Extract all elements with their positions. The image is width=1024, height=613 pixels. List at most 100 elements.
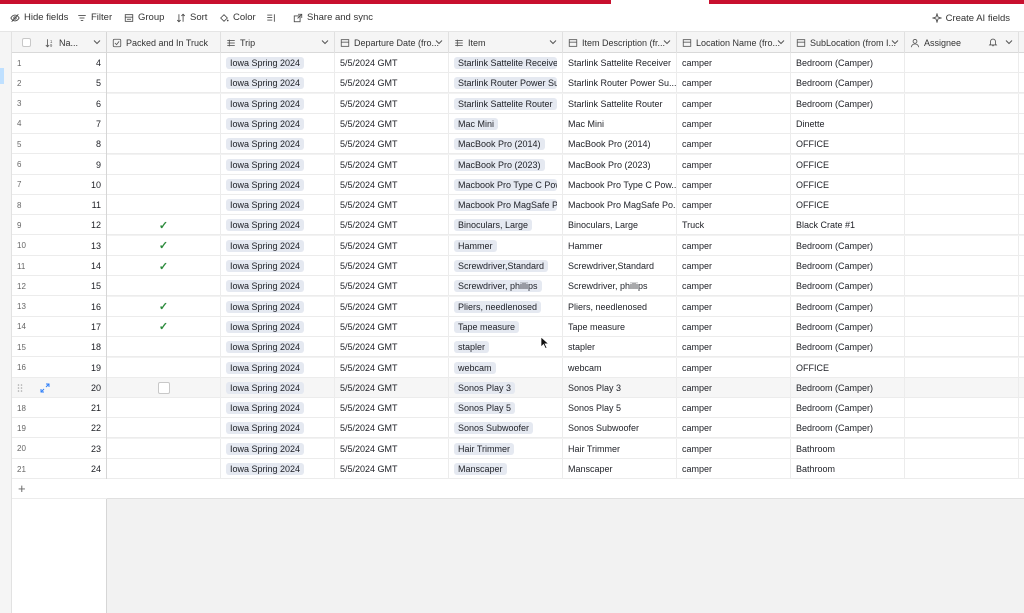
location-name-cell[interactable]: camper — [677, 398, 791, 419]
table-row[interactable]: 9 12 ✓ Iowa Spring 2024 5/5/2024 GMT Binocula… — [12, 215, 1024, 236]
departure-date-cell[interactable]: 5/5/2024 GMT — [335, 195, 449, 216]
location-name-cell[interactable]: camper — [677, 113, 791, 134]
departure-date-cell[interactable]: 5/5/2024 GMT — [335, 438, 449, 459]
location-name-cell[interactable]: camper — [677, 316, 791, 337]
sublocation-cell[interactable]: Bathroom — [791, 438, 905, 459]
assignee-cell[interactable] — [905, 195, 1019, 216]
name-cell[interactable]: 9 — [40, 154, 107, 175]
item-cell[interactable]: Hammer — [449, 235, 563, 256]
sublocation-cell[interactable]: OFFICE — [791, 134, 905, 155]
trip-cell[interactable]: Iowa Spring 2024 — [221, 53, 335, 73]
assignee-cell[interactable] — [905, 276, 1019, 297]
trip-cell[interactable]: Iowa Spring 2024 — [221, 418, 335, 439]
assignee-cell[interactable] — [905, 256, 1019, 276]
location-name-cell[interactable]: camper — [677, 276, 791, 297]
packed-cell[interactable] — [107, 113, 221, 134]
name-cell[interactable]: 12 — [40, 215, 107, 236]
table-row[interactable]: 4 7 Iowa Spring 2024 5/5/2024 GMT Mac Mini Ma… — [12, 113, 1024, 134]
item-description-cell[interactable]: Macbook Pro MagSafe Po... — [563, 195, 677, 216]
name-cell[interactable]: 21 — [40, 398, 107, 419]
item-description-cell[interactable]: Tape measure — [563, 316, 677, 337]
assignee-cell[interactable] — [905, 316, 1019, 337]
sublocation-cell[interactable]: Bedroom (Camper) — [791, 256, 905, 276]
color-button[interactable]: Color — [215, 8, 260, 28]
table-row[interactable]: 6 9 Iowa Spring 2024 5/5/2024 GMT MacBook Pr… — [12, 154, 1024, 175]
packed-checkbox[interactable] — [157, 381, 170, 394]
table-row[interactable]: 19 22 Iowa Spring 2024 5/5/2024 GMT Sonos Su… — [12, 418, 1024, 439]
location-name-cell[interactable]: camper — [677, 377, 791, 398]
item-description-cell[interactable]: Sonos Play 3 — [563, 377, 677, 398]
name-cell[interactable]: 15 — [40, 276, 107, 297]
column-header-name[interactable]: 19 Na... — [40, 32, 107, 53]
trip-cell[interactable]: Iowa Spring 2024 — [221, 195, 335, 216]
item-cell[interactable]: Macbook Pro Type C Power — [449, 174, 563, 195]
assignee-cell[interactable] — [905, 154, 1019, 175]
location-name-cell[interactable]: camper — [677, 256, 791, 276]
departure-date-cell[interactable]: 5/5/2024 GMT — [335, 93, 449, 114]
name-cell[interactable]: 18 — [40, 337, 107, 358]
table-row[interactable]: 1 4 Iowa Spring 2024 5/5/2024 GMT Starlink S… — [12, 53, 1024, 73]
departure-date-cell[interactable]: 5/5/2024 GMT — [335, 418, 449, 439]
sublocation-cell[interactable]: OFFICE — [791, 174, 905, 195]
name-cell[interactable]: 13 — [40, 235, 107, 256]
packed-cell[interactable] — [107, 93, 221, 114]
assignee-cell[interactable] — [905, 235, 1019, 256]
table-row[interactable]: 20 23 Iowa Spring 2024 5/5/2024 GMT Hair Tri… — [12, 438, 1024, 459]
name-cell[interactable]: 19 — [40, 357, 107, 378]
item-description-cell[interactable]: Manscaper — [563, 459, 677, 479]
packed-cell[interactable] — [107, 53, 221, 73]
location-name-cell[interactable]: camper — [677, 438, 791, 459]
item-cell[interactable]: webcam — [449, 357, 563, 378]
sublocation-cell[interactable]: Black Crate #1 — [791, 215, 905, 236]
assignee-cell[interactable] — [905, 113, 1019, 134]
item-cell[interactable]: Mac Mini — [449, 113, 563, 134]
departure-date-cell[interactable]: 5/5/2024 GMT — [335, 337, 449, 358]
packed-cell[interactable] — [107, 337, 221, 358]
packed-cell[interactable] — [107, 73, 221, 94]
assignee-cell[interactable] — [905, 296, 1019, 317]
departure-date-cell[interactable]: 5/5/2024 GMT — [335, 296, 449, 317]
item-cell[interactable]: Tape measure — [449, 316, 563, 337]
column-header-sub[interactable]: SubLocation (from I... — [791, 32, 905, 53]
group-button[interactable]: Group — [120, 8, 168, 28]
item-description-cell[interactable]: Starlink Router Power Su... — [563, 73, 677, 94]
packed-cell[interactable]: ✓ — [107, 235, 221, 256]
packed-cell[interactable] — [107, 195, 221, 216]
location-name-cell[interactable]: camper — [677, 418, 791, 439]
trip-cell[interactable]: Iowa Spring 2024 — [221, 296, 335, 317]
assignee-cell[interactable] — [905, 174, 1019, 195]
sublocation-cell[interactable]: OFFICE — [791, 357, 905, 378]
item-description-cell[interactable]: stapler — [563, 337, 677, 358]
column-header-loc[interactable]: Location Name (fro... — [677, 32, 791, 53]
sublocation-cell[interactable]: Bedroom (Camper) — [791, 53, 905, 73]
assignee-cell[interactable] — [905, 418, 1019, 439]
packed-cell[interactable]: ✓ — [107, 316, 221, 337]
trip-cell[interactable]: Iowa Spring 2024 — [221, 438, 335, 459]
trip-cell[interactable]: Iowa Spring 2024 — [221, 235, 335, 256]
departure-date-cell[interactable]: 5/5/2024 GMT — [335, 174, 449, 195]
sublocation-cell[interactable]: OFFICE — [791, 154, 905, 175]
item-description-cell[interactable]: Starlink Sattelite Router — [563, 93, 677, 114]
name-cell[interactable]: 20 — [40, 377, 107, 398]
assignee-cell[interactable] — [905, 53, 1019, 73]
packed-cell[interactable] — [107, 398, 221, 419]
assignee-cell[interactable] — [905, 134, 1019, 155]
name-cell[interactable]: 14 — [40, 256, 107, 276]
name-cell[interactable]: 6 — [40, 93, 107, 114]
select-all-checkbox[interactable] — [12, 32, 40, 53]
location-name-cell[interactable]: camper — [677, 73, 791, 94]
sublocation-cell[interactable]: Bedroom (Camper) — [791, 93, 905, 114]
table-row[interactable]: 13 16 ✓ Iowa Spring 2024 5/5/2024 GMT Pliers,… — [12, 296, 1024, 317]
departure-date-cell[interactable]: 5/5/2024 GMT — [335, 459, 449, 479]
sublocation-cell[interactable]: OFFICE — [791, 195, 905, 216]
sublocation-cell[interactable]: Bedroom (Camper) — [791, 235, 905, 256]
assignee-cell[interactable] — [905, 459, 1019, 479]
sublocation-cell[interactable]: Bedroom (Camper) — [791, 418, 905, 439]
packed-cell[interactable]: ✓ — [107, 215, 221, 236]
sublocation-cell[interactable]: Bedroom (Camper) — [791, 337, 905, 358]
name-cell[interactable]: 8 — [40, 134, 107, 155]
trip-cell[interactable]: Iowa Spring 2024 — [221, 73, 335, 94]
packed-cell[interactable] — [107, 418, 221, 439]
name-cell[interactable]: 7 — [40, 113, 107, 134]
table-row[interactable]: 5 8 Iowa Spring 2024 5/5/2024 GMT MacBook Pr… — [12, 134, 1024, 155]
